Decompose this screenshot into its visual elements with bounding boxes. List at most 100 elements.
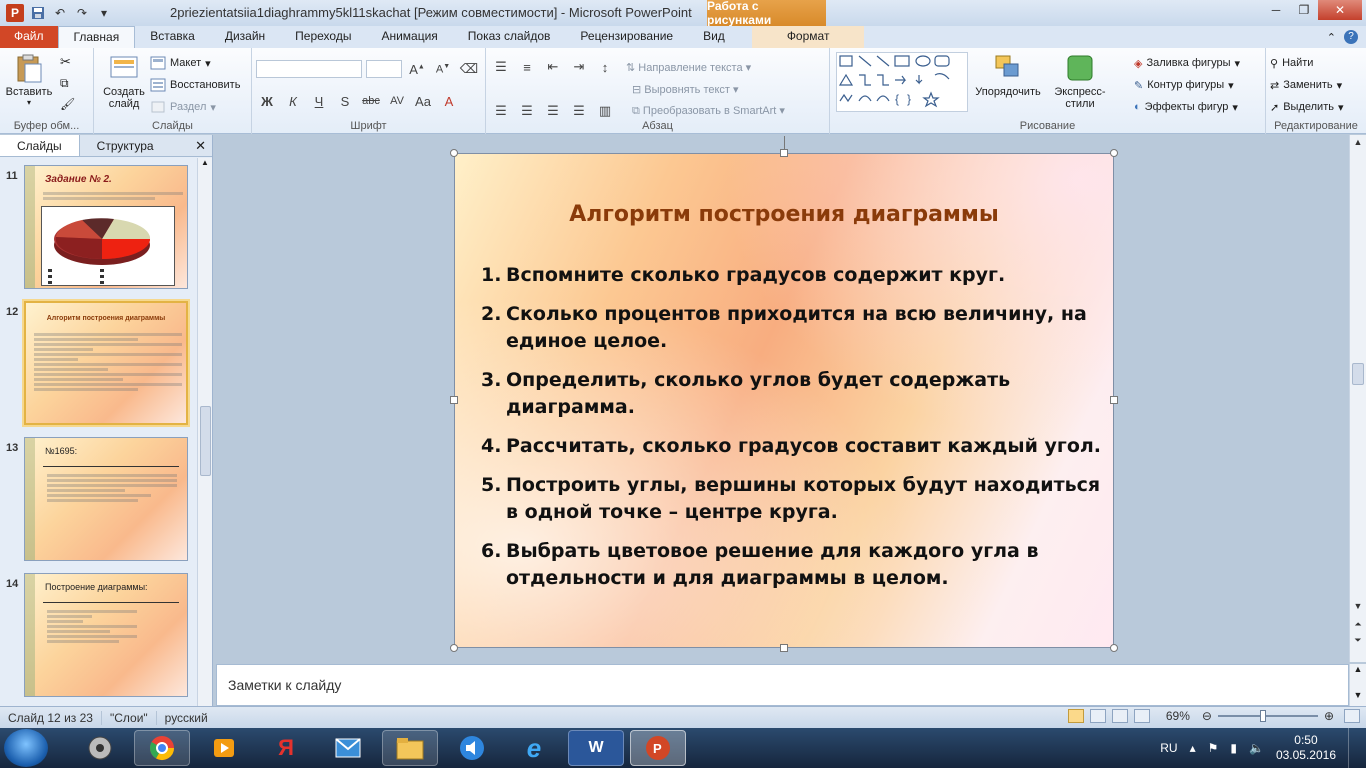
notes-scrollbar[interactable]: ▲ ▼ xyxy=(1349,664,1366,706)
resize-handle[interactable] xyxy=(1110,149,1118,157)
increase-indent-icon[interactable]: ⇥ xyxy=(568,59,590,75)
change-case-icon[interactable]: Aa xyxy=(412,94,434,109)
align-text-button[interactable]: ⊟ Выровнять текст ▾ xyxy=(632,83,739,96)
chevron-up-icon[interactable]: ▴ xyxy=(1190,741,1196,755)
resize-handle[interactable] xyxy=(1110,644,1118,652)
ribbon-minimize-icon[interactable]: ⌃ xyxy=(1327,31,1336,44)
align-right-icon[interactable]: ☰ xyxy=(542,103,564,119)
underline-icon[interactable]: Ч xyxy=(308,94,330,109)
paste-button[interactable]: Вставить ▾ xyxy=(4,52,54,107)
tab-home[interactable]: Главная xyxy=(57,26,136,48)
new-slide-button[interactable]: Создать слайд xyxy=(98,52,150,110)
media-player-icon[interactable] xyxy=(196,730,252,766)
zoom-slider[interactable] xyxy=(1217,709,1318,723)
decrease-indent-icon[interactable]: ⇤ xyxy=(542,59,564,75)
yandex-icon[interactable]: Я xyxy=(258,730,314,766)
qat-customize-icon[interactable]: ▾ xyxy=(96,5,112,21)
start-button-icon[interactable] xyxy=(4,729,48,767)
arrange-button[interactable]: Упорядочить xyxy=(974,52,1042,98)
theme-name[interactable]: "Слои" xyxy=(102,710,157,725)
notes-pane[interactable]: Заметки к слайду xyxy=(216,664,1349,706)
slide-title[interactable]: Алгоритм построения диаграммы xyxy=(455,202,1113,227)
char-spacing-icon[interactable]: AV xyxy=(386,95,408,107)
font-color-icon[interactable]: A xyxy=(438,94,460,109)
minimize-icon[interactable]: ─ xyxy=(1262,0,1290,20)
zoom-slider-knob[interactable] xyxy=(1260,710,1267,722)
resize-handle[interactable] xyxy=(780,644,788,652)
speaker-icon[interactable]: 🔈 xyxy=(1249,741,1264,755)
scroll-down-icon[interactable]: ▼ xyxy=(1350,601,1366,611)
shrink-font-icon[interactable]: A▼ xyxy=(432,63,454,76)
resize-handle[interactable] xyxy=(450,149,458,157)
convert-smartart-button[interactable]: ⧉ Преобразовать в SmartArt ▾ xyxy=(632,104,785,118)
language-indicator[interactable]: русский xyxy=(157,711,216,725)
align-center-icon[interactable]: ☰ xyxy=(516,103,538,119)
slide-body-list[interactable]: 1. Вспомните сколько градусов содержит кр… xyxy=(481,262,1101,604)
chrome-icon[interactable] xyxy=(134,730,190,766)
columns-icon[interactable]: ▥ xyxy=(594,103,616,119)
numbering-icon[interactable]: ≡ xyxy=(516,60,538,75)
tab-view[interactable]: Вид xyxy=(688,26,740,48)
thumbnails-scrollbar[interactable]: ▲ xyxy=(197,158,212,706)
reset-button[interactable]: Восстановить xyxy=(150,74,240,96)
scroll-up-icon[interactable]: ▲ xyxy=(1350,137,1366,147)
format-painter-icon[interactable]: 🖌 xyxy=(60,97,75,111)
slide-sorter-icon[interactable] xyxy=(1089,709,1106,723)
redo-icon[interactable]: ↷ xyxy=(74,5,90,21)
bold-icon[interactable]: Ж xyxy=(256,94,278,109)
slideshow-view-icon[interactable] xyxy=(1133,709,1150,723)
justify-icon[interactable]: ☰ xyxy=(568,103,590,119)
quick-styles-button[interactable]: Экспресс-стили xyxy=(1040,52,1120,110)
slide-thumbnail-14[interactable]: Построение диаграммы: xyxy=(24,573,188,697)
volume-app-icon[interactable] xyxy=(444,730,500,766)
slide-scrollbar[interactable]: ▲ ▼ ⏶ ⏷ xyxy=(1349,135,1366,662)
shadow-icon[interactable]: S xyxy=(334,94,356,109)
find-button[interactable]: ⚲ Найти xyxy=(1270,52,1362,74)
copy-icon[interactable]: ⧉ xyxy=(60,76,75,91)
clock[interactable]: 0:50 03.05.2016 xyxy=(1276,733,1336,763)
resize-handle[interactable] xyxy=(780,149,788,157)
tab-animation[interactable]: Анимация xyxy=(366,26,452,48)
font-size-input[interactable] xyxy=(366,60,402,78)
current-slide[interactable]: Алгоритм построения диаграммы 1. Вспомнит… xyxy=(450,136,1118,652)
zoom-level[interactable]: 69% xyxy=(1166,709,1190,723)
tab-format[interactable]: Формат xyxy=(751,26,865,48)
internet-explorer-icon[interactable]: e xyxy=(506,730,562,766)
powerpoint-logo-icon[interactable]: P xyxy=(6,4,24,22)
shapes-gallery[interactable]: {} xyxy=(836,52,968,112)
previous-slide-icon[interactable]: ⏶ xyxy=(1350,619,1366,630)
save-icon[interactable] xyxy=(30,5,46,21)
resize-handle[interactable] xyxy=(450,644,458,652)
show-desktop-button[interactable] xyxy=(1348,728,1358,768)
cut-icon[interactable]: ✂ xyxy=(60,54,75,70)
tab-slideshow[interactable]: Показ слайдов xyxy=(453,26,566,48)
section-button[interactable]: Раздел ▾ xyxy=(150,96,240,118)
undo-icon[interactable]: ↶ xyxy=(52,5,68,21)
clear-format-icon[interactable]: ⌫ xyxy=(458,61,480,77)
tab-file[interactable]: Файл xyxy=(0,26,58,48)
powerpoint-taskbar-icon[interactable]: P xyxy=(630,730,686,766)
resize-handle[interactable] xyxy=(450,396,458,404)
mail-icon[interactable] xyxy=(320,730,376,766)
tab-transitions[interactable]: Переходы xyxy=(280,26,366,48)
next-slide-icon[interactable]: ⏷ xyxy=(1350,635,1366,646)
font-name-input[interactable] xyxy=(256,60,362,78)
keyboard-language[interactable]: RU xyxy=(1160,741,1177,755)
italic-icon[interactable]: К xyxy=(282,94,304,109)
fit-to-window-icon[interactable] xyxy=(1344,709,1360,723)
reading-view-icon[interactable] xyxy=(1111,709,1128,723)
scroll-down-icon[interactable]: ▼ xyxy=(1350,690,1366,700)
layout-button[interactable]: Макет ▾ xyxy=(150,52,240,74)
shape-outline-button[interactable]: ✎ Контур фигуры ▾ xyxy=(1134,74,1240,96)
select-button[interactable]: ➚ Выделить ▾ xyxy=(1270,96,1362,118)
resize-handle[interactable] xyxy=(1110,396,1118,404)
align-left-icon[interactable]: ☰ xyxy=(490,103,512,119)
zoom-in-icon[interactable]: ⊕ xyxy=(1324,709,1334,723)
replace-button[interactable]: ⇄ Заменить ▾ xyxy=(1270,74,1362,96)
network-icon[interactable]: ▮ xyxy=(1230,741,1237,755)
scroll-thumb[interactable] xyxy=(200,406,211,476)
tab-design[interactable]: Дизайн xyxy=(210,26,280,48)
tab-slides[interactable]: Слайды xyxy=(0,135,80,156)
tab-review[interactable]: Рецензирование xyxy=(565,26,688,48)
maximize-icon[interactable]: ❐ xyxy=(1290,0,1318,20)
